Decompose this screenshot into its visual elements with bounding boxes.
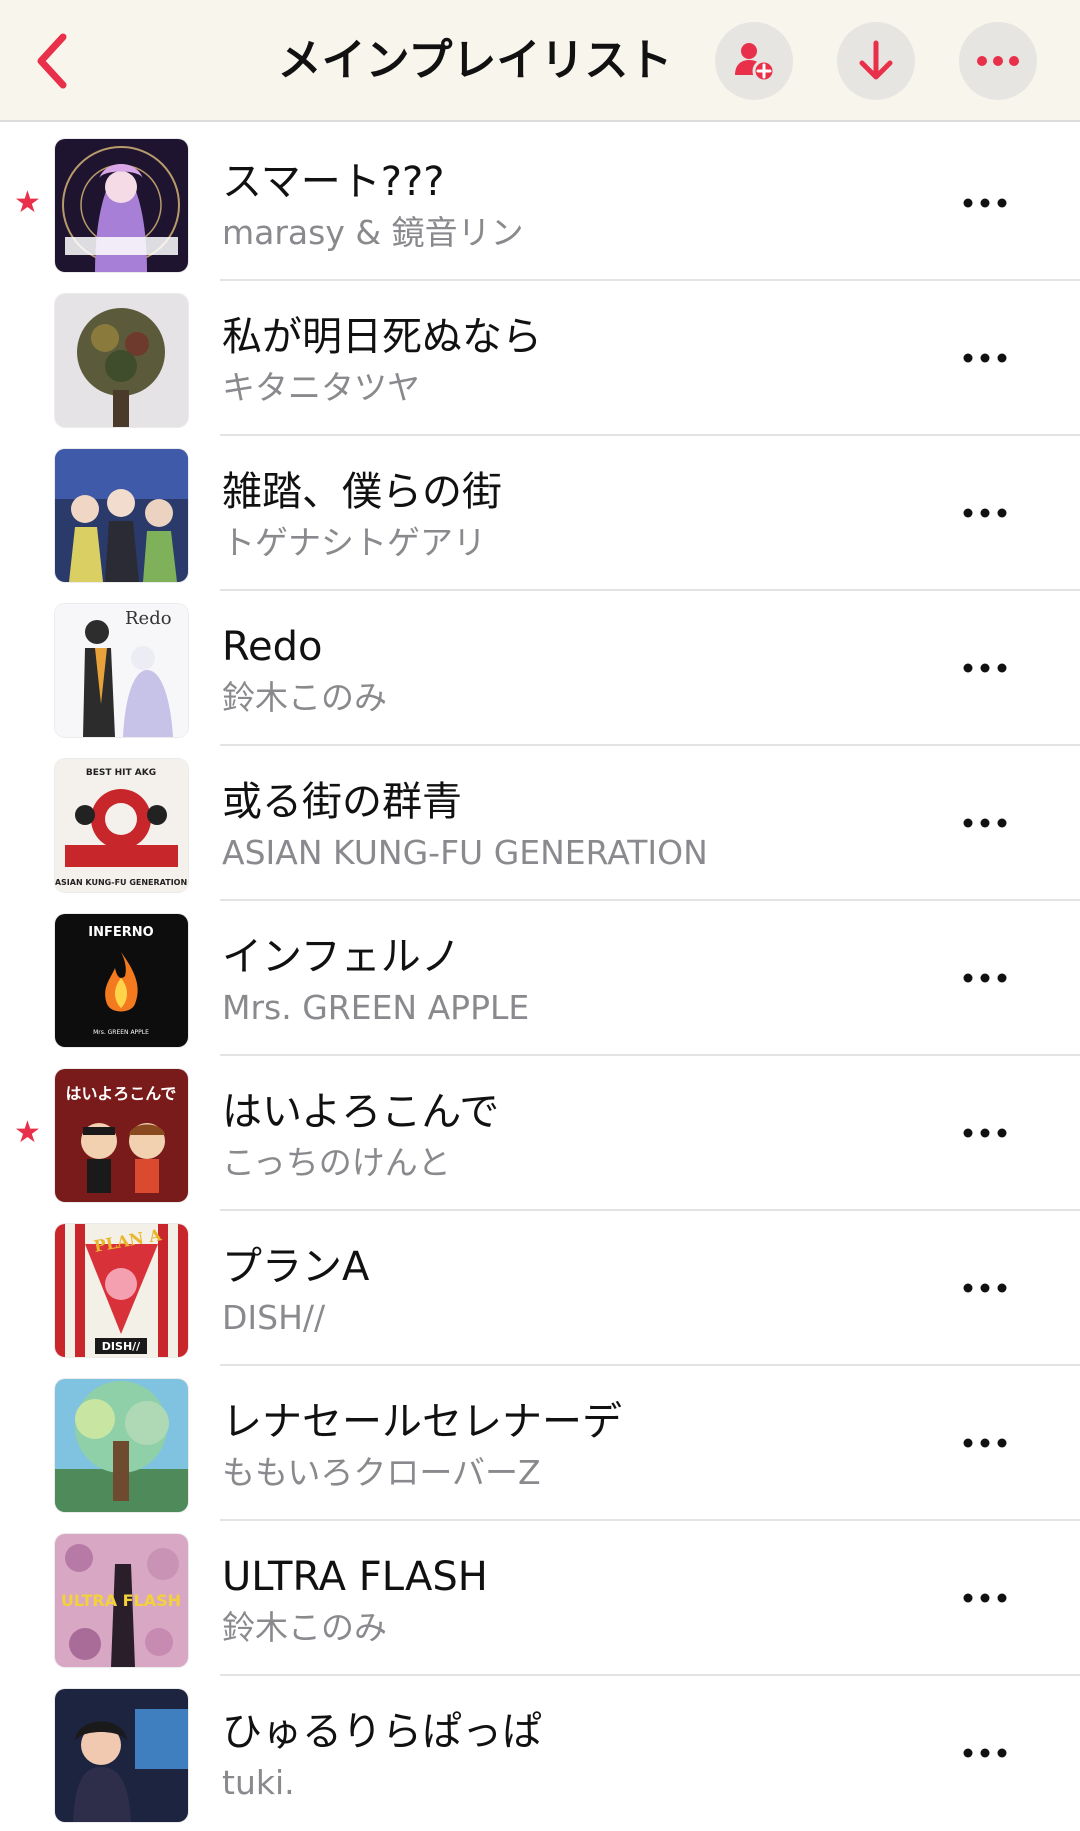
album-artwork: Redo — [55, 604, 188, 737]
album-artwork — [55, 449, 188, 582]
chevron-left-icon — [37, 33, 67, 89]
song-artist: marasy & 鏡音リン — [222, 213, 524, 252]
song-artist: キタニタツヤ — [222, 368, 420, 407]
song-artist: 鈴木このみ — [222, 678, 387, 717]
ellipsis-icon — [963, 1438, 1007, 1448]
album-artwork: INFERNO Mrs. GREEN APPLE — [55, 914, 188, 1047]
album-artwork — [55, 139, 188, 272]
album-art-text: Redo — [125, 608, 172, 629]
song-title: 或る街の群青 — [222, 779, 462, 825]
song-more-button[interactable] — [950, 1576, 1020, 1620]
album-art-subtext: Mrs. GREEN APPLE — [93, 1029, 149, 1036]
add-collaborator-button[interactable] — [715, 22, 793, 100]
song-artist: DISH// — [222, 1298, 326, 1337]
ellipsis-icon — [963, 1283, 1007, 1293]
download-arrow-icon — [859, 40, 893, 80]
list-item[interactable]: 私が明日死ぬなら キタニタツヤ — [0, 281, 1080, 436]
page-title: メインプレイリスト — [277, 35, 673, 86]
song-artist: Mrs. GREEN APPLE — [222, 988, 530, 1027]
album-art-text: はいよろこんで — [66, 1084, 177, 1103]
list-item[interactable]: ひゅるりらぱっぱ tuki. — [0, 1676, 1080, 1831]
song-title: インフェルノ — [222, 934, 461, 980]
favorite-star-icon: ★ — [14, 1115, 41, 1150]
album-artwork: PLAN A DISH// — [55, 1224, 188, 1357]
favorite-star-icon: ★ — [14, 185, 41, 220]
album-art-text: ULTRA FLASH — [61, 1591, 181, 1610]
song-title: スマート??? — [222, 159, 445, 205]
song-more-button[interactable] — [950, 1266, 1020, 1310]
song-more-button[interactable] — [950, 956, 1020, 1000]
song-artist: ASIAN KUNG-FU GENERATION — [222, 833, 708, 872]
album-art-subtext: ASIAN KUNG-FU GENERATION — [55, 878, 187, 887]
song-artist: トゲナシトゲアリ — [222, 523, 486, 562]
song-title: 雑踏、僕らの街 — [222, 469, 502, 515]
album-artwork: はいよろこんで — [55, 1069, 188, 1202]
list-item[interactable]: ★ はいよろこんで はいよろこんで こっちのけんと — [0, 1056, 1080, 1211]
song-title: はいよろこんで — [222, 1089, 500, 1135]
more-options-button[interactable] — [959, 22, 1037, 100]
ellipsis-icon — [963, 1128, 1007, 1138]
song-artist: こっちのけんと — [222, 1143, 451, 1182]
ellipsis-icon — [963, 353, 1007, 363]
list-item[interactable]: BEST HIT AKG ASIAN KUNG-FU GENERATION 或る… — [0, 746, 1080, 901]
album-artwork — [55, 1689, 188, 1822]
song-title: 私が明日死ぬなら — [222, 314, 542, 360]
back-button[interactable] — [18, 22, 88, 100]
navigation-bar: メインプレイリスト — [0, 0, 1080, 122]
song-more-button[interactable] — [950, 801, 1020, 845]
list-item[interactable]: Redo Redo 鈴木このみ — [0, 591, 1080, 746]
song-more-button[interactable] — [950, 336, 1020, 380]
album-art-text: INFERNO — [88, 925, 153, 940]
album-art-text: BEST HIT AKG — [86, 768, 156, 778]
song-artist: ももいろクローバーZ — [222, 1453, 541, 1492]
list-item[interactable]: PLAN A DISH// プランA DISH// — [0, 1211, 1080, 1366]
song-artist: 鈴木このみ — [222, 1608, 387, 1647]
song-more-button[interactable] — [950, 181, 1020, 225]
list-item[interactable]: INFERNO Mrs. GREEN APPLE インフェルノ Mrs. GRE… — [0, 901, 1080, 1056]
ellipsis-icon — [963, 508, 1007, 518]
album-art-subtext: DISH// — [102, 1340, 141, 1353]
song-title: Redo — [222, 624, 323, 670]
album-artwork: ULTRA FLASH — [55, 1534, 188, 1667]
song-artist: tuki. — [222, 1763, 295, 1802]
list-item[interactable]: ★ スマート??? marasy & 鏡音リン — [0, 126, 1080, 281]
song-more-button[interactable] — [950, 646, 1020, 690]
song-more-button[interactable] — [950, 1111, 1020, 1155]
song-title: プランA — [222, 1244, 370, 1290]
album-artwork — [55, 294, 188, 427]
ellipsis-icon — [963, 973, 1007, 983]
add-person-icon — [735, 43, 776, 83]
song-more-button[interactable] — [950, 1731, 1020, 1775]
song-more-button[interactable] — [950, 491, 1020, 535]
ellipsis-icon — [963, 663, 1007, 673]
album-artwork: BEST HIT AKG ASIAN KUNG-FU GENERATION — [55, 759, 188, 892]
album-artwork — [55, 1379, 188, 1512]
song-title: ULTRA FLASH — [222, 1554, 488, 1600]
ellipsis-icon — [963, 1593, 1007, 1603]
download-button[interactable] — [837, 22, 915, 100]
list-item[interactable]: ULTRA FLASH ULTRA FLASH 鈴木このみ — [0, 1521, 1080, 1676]
ellipsis-icon — [963, 818, 1007, 828]
song-title: レナセールセレナーデ — [222, 1399, 622, 1445]
ellipsis-icon — [963, 198, 1007, 208]
ellipsis-icon — [963, 1748, 1007, 1758]
song-more-button[interactable] — [950, 1421, 1020, 1465]
list-item[interactable]: 雑踏、僕らの街 トゲナシトゲアリ — [0, 436, 1080, 591]
song-title: ひゅるりらぱっぱ — [222, 1709, 542, 1755]
ellipsis-icon — [977, 56, 1019, 66]
list-item[interactable]: レナセールセレナーデ ももいろクローバーZ — [0, 1366, 1080, 1521]
